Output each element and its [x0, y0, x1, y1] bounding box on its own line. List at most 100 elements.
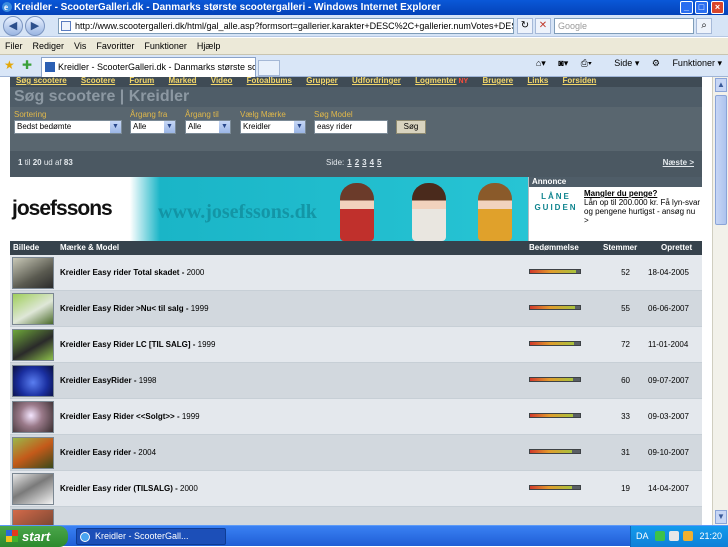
- josefssons-banner[interactable]: josefssons www.josefssons.dk: [10, 177, 528, 241]
- year-to-select[interactable]: Alle ▼: [185, 120, 231, 134]
- page-menu[interactable]: Side ▾: [604, 58, 639, 68]
- feeds-icon[interactable]: ◙▾: [558, 58, 568, 68]
- annonce-header: Annonce: [529, 177, 702, 187]
- language-indicator[interactable]: DA: [636, 526, 649, 547]
- scooter-title[interactable]: Kreidler Easy Rider LC [TIL SALG] - 1999: [60, 340, 215, 349]
- scooter-title[interactable]: Kreidler Easy Rider >Nu< til salg - 1999: [60, 304, 209, 313]
- annonce-box[interactable]: Annonce LÅNE GUIDEN Mangler du penge? Lå…: [528, 177, 702, 241]
- table-row[interactable]: Kreidler Easy rider - 2004 31 09-10-2007: [10, 435, 702, 471]
- nav-scootere[interactable]: Scootere: [81, 77, 115, 85]
- scroll-down-button[interactable]: ▼: [715, 510, 727, 524]
- vote-count: 52: [621, 268, 630, 277]
- minimize-button[interactable]: _: [680, 1, 693, 14]
- scooter-thumbnail[interactable]: [12, 401, 54, 433]
- brand-select[interactable]: Kreidler ▼: [240, 120, 306, 134]
- page-link-1[interactable]: 1: [347, 158, 351, 167]
- menu-tools[interactable]: Funktioner: [139, 38, 192, 55]
- network-icon[interactable]: [655, 531, 665, 541]
- print-icon[interactable]: ⎙▾: [581, 58, 592, 68]
- favicon-icon: [45, 62, 55, 72]
- nav-udfordringer[interactable]: Udfordringer: [352, 77, 401, 85]
- sort-select[interactable]: Bedst bedømte ▼: [14, 120, 122, 134]
- next-page-link[interactable]: Næste >: [663, 158, 694, 167]
- page-link-4[interactable]: 4: [370, 158, 374, 167]
- scooter-year: 2000: [180, 484, 198, 493]
- scooter-thumbnail[interactable]: [12, 473, 54, 505]
- menu-edit[interactable]: Rediger: [28, 38, 70, 55]
- browser-viewport: Søg scootere Scootere Forum Marked Video…: [0, 77, 712, 525]
- table-row[interactable]: Kreidler Easy Rider >Nu< til salg - 1999…: [10, 291, 702, 327]
- menu-file[interactable]: Filer: [0, 38, 28, 55]
- nav-forsiden[interactable]: Forsiden: [563, 77, 597, 85]
- table-row[interactable]: Kreidler Easy rider (TILSALG) - 2000 19 …: [10, 471, 702, 507]
- created-date: 09-07-2007: [648, 376, 689, 385]
- table-row[interactable]: Kreidler Easy Rider LC [TIL SALG] - 1999…: [10, 327, 702, 363]
- maximize-button[interactable]: □: [695, 1, 708, 14]
- nav-brugere[interactable]: Brugere: [482, 77, 513, 85]
- tools-menu[interactable]: ⚙ Funktioner ▾: [652, 58, 722, 68]
- scooter-thumbnail[interactable]: [12, 257, 54, 289]
- back-button[interactable]: ◀: [3, 16, 23, 36]
- search-input[interactable]: Google: [554, 18, 694, 34]
- forward-button[interactable]: ▶: [25, 16, 45, 36]
- tab-active[interactable]: Kreidler - ScooterGalleri.dk - Danmarks …: [41, 57, 256, 77]
- new-tab-button[interactable]: [258, 60, 280, 76]
- scooter-title[interactable]: Kreidler Easy Rider <<Solgt>> - 1999: [60, 412, 200, 421]
- nav-video[interactable]: Video: [211, 77, 233, 85]
- annonce-headline[interactable]: Mangler du penge?: [584, 189, 657, 198]
- table-row[interactable]: [10, 507, 702, 525]
- scooter-title[interactable]: Kreidler Easy rider - 2004: [60, 448, 156, 457]
- page-link-2[interactable]: 2: [355, 158, 359, 167]
- scrollbar-thumb[interactable]: [715, 95, 727, 225]
- refresh-icon[interactable]: ↻: [517, 18, 533, 34]
- rating-bar: [529, 485, 581, 490]
- nav-links[interactable]: Links: [527, 77, 548, 85]
- scooter-thumbnail[interactable]: [12, 293, 54, 325]
- tray-app-icon[interactable]: [683, 531, 693, 541]
- vote-count: 33: [621, 412, 630, 421]
- scroll-up-button[interactable]: ▲: [715, 78, 727, 92]
- scooter-title[interactable]: Kreidler Easy rider (TILSALG) - 2000: [60, 484, 198, 493]
- menu-favorites[interactable]: Favoritter: [91, 38, 139, 55]
- nav-marked[interactable]: Marked: [169, 77, 197, 85]
- scooter-thumbnail[interactable]: [12, 329, 54, 361]
- scooter-thumbnail[interactable]: [12, 509, 54, 525]
- address-bar[interactable]: http://www.scootergalleri.dk/html/gal_al…: [58, 18, 514, 34]
- scooter-thumbnail[interactable]: [12, 365, 54, 397]
- favorites-star-icon[interactable]: ★: [4, 58, 15, 72]
- search-button[interactable]: Søg: [396, 120, 426, 134]
- page-link-3[interactable]: 3: [362, 158, 366, 167]
- year-from-select[interactable]: Alle ▼: [130, 120, 176, 134]
- table-row[interactable]: Kreidler EasyRider - 1998 60 09-07-2007: [10, 363, 702, 399]
- table-row[interactable]: Kreidler Easy Rider <<Solgt>> - 1999 33 …: [10, 399, 702, 435]
- taskbar-item-ie[interactable]: Kreidler - ScooterGall...: [76, 528, 226, 545]
- vertical-scrollbar[interactable]: ▲ ▼: [712, 77, 728, 525]
- sort-label: Sortering: [14, 110, 47, 119]
- volume-icon[interactable]: [669, 531, 679, 541]
- scooter-title[interactable]: Kreidler Easy rider Total skadet - 2000: [60, 268, 204, 277]
- model-input[interactable]: easy rider: [314, 120, 388, 134]
- add-favorite-icon[interactable]: ✚: [22, 58, 32, 72]
- nav-forum[interactable]: Forum: [129, 77, 154, 85]
- table-row[interactable]: Kreidler Easy rider Total skadet - 2000 …: [10, 255, 702, 291]
- pager: 1 til 20 ud af 83 Side: 1 2 3 4 5 Næste >: [10, 151, 702, 177]
- home-icon[interactable]: ⌂▾: [536, 58, 546, 68]
- close-button[interactable]: ×: [711, 1, 724, 14]
- laane-guiden-logo: LÅNE GUIDEN: [534, 192, 578, 212]
- menu-help[interactable]: Hjælp: [192, 38, 226, 55]
- tools-menu-label: Funktioner: [672, 58, 715, 68]
- stop-icon[interactable]: ✕: [535, 18, 551, 34]
- menu-view[interactable]: Vis: [69, 38, 91, 55]
- scooter-thumbnail[interactable]: [12, 437, 54, 469]
- search-filters: Sortering Bedst bedømte ▼ Årgang fra Alle…: [10, 107, 702, 151]
- address-toolbar: ◀ ▶ http://www.scootergalleri.dk/html/ga…: [0, 15, 728, 37]
- search-icon[interactable]: ⌕: [696, 18, 712, 34]
- start-button[interactable]: start: [0, 526, 68, 547]
- nav-sog-scootere[interactable]: Søg scootere: [16, 77, 67, 85]
- nav-logmenter[interactable]: Logmenter: [415, 77, 456, 85]
- scooter-title[interactable]: Kreidler EasyRider - 1998: [60, 376, 157, 385]
- nav-grupper[interactable]: Grupper: [306, 77, 338, 85]
- nav-fotoalbums[interactable]: Fotoalbums: [247, 77, 292, 85]
- page-link-5[interactable]: 5: [377, 158, 381, 167]
- range-total: 83: [63, 158, 73, 167]
